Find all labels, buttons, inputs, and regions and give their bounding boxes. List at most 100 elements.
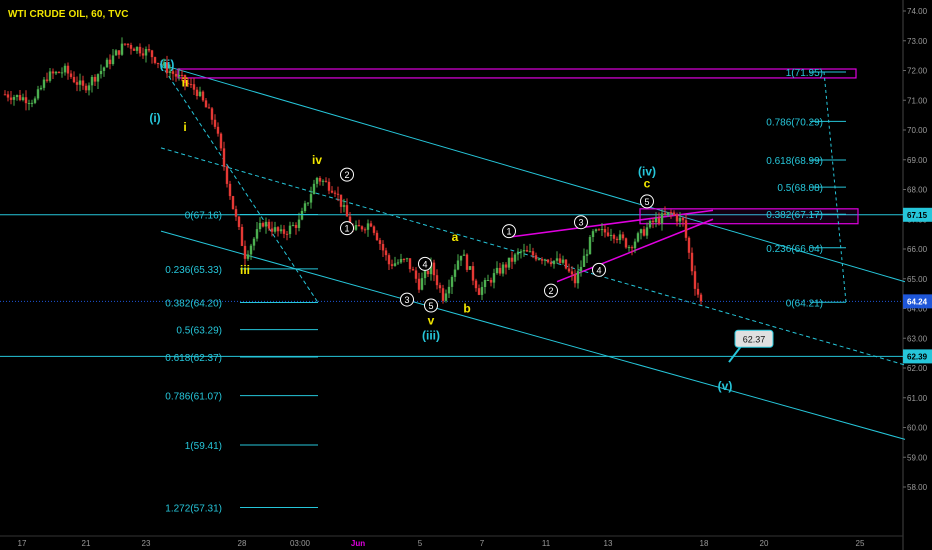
- candle-body: [237, 216, 241, 227]
- candle-body: [249, 245, 253, 255]
- candle-body: [396, 262, 400, 264]
- fib-left-level-label: 1(59.41): [185, 441, 222, 452]
- candle-body: [171, 71, 175, 74]
- candle-body: [432, 262, 436, 276]
- x-axis-tick-label: 28: [238, 539, 247, 548]
- candle-body: [390, 264, 394, 266]
- x-axis-tick-label: 13: [604, 539, 613, 548]
- fib-right-level-label: 0.382(67.17): [766, 210, 823, 221]
- fib-right-level-label: 1(71.95): [786, 68, 823, 79]
- candle-body: [336, 193, 340, 195]
- candle-body: [129, 44, 133, 49]
- candle-body: [627, 247, 631, 249]
- candle-body: [24, 97, 28, 104]
- candle-body: [93, 76, 97, 82]
- price-chart-svg[interactable]: 0(67.16) 0.236(65.33) 0.382(64.20) 0.5(63.2…: [0, 0, 932, 550]
- candle-body: [513, 254, 517, 262]
- candle-body: [135, 46, 139, 51]
- candle-body: [315, 177, 319, 184]
- price-tag-label: 62.39: [907, 352, 928, 361]
- candle-body: [399, 258, 403, 263]
- candle-body: [633, 241, 637, 249]
- elliott-wave-label: i: [183, 120, 186, 134]
- fib-left-level-label: 0.786(61.07): [165, 392, 222, 403]
- candle-body: [501, 264, 505, 274]
- fib-right-level-label: 0(64.21): [786, 298, 823, 309]
- candle-body: [615, 238, 619, 241]
- wave-count-label: 1: [344, 224, 349, 234]
- fib-left-level-label: 0.5(63.29): [176, 326, 222, 337]
- candle-body: [54, 71, 58, 74]
- candle-body: [288, 225, 292, 235]
- candle-body: [444, 293, 448, 301]
- wave-count-label: 5: [428, 301, 433, 311]
- candle-body: [33, 98, 37, 103]
- candle-body: [618, 234, 622, 241]
- candle-body: [339, 194, 343, 207]
- candle-body: [414, 270, 418, 279]
- candle-body: [555, 258, 559, 261]
- candle-body: [141, 53, 145, 56]
- candle-body: [72, 76, 76, 83]
- candle-body: [681, 217, 685, 221]
- y-axis-tick-label: 61.00: [907, 394, 928, 403]
- candle-body: [174, 73, 178, 77]
- x-axis-tick-label: 21: [82, 539, 91, 548]
- candle-body: [525, 250, 529, 252]
- candle-body: [99, 70, 103, 75]
- candle-body: [657, 217, 661, 224]
- candle-body: [675, 214, 679, 222]
- candle-body: [27, 103, 31, 105]
- candle-body: [468, 266, 472, 270]
- candle-body: [438, 285, 442, 289]
- candle-body: [15, 95, 19, 98]
- candle-body: [666, 212, 670, 215]
- y-axis-tick-label: 73.00: [907, 37, 928, 46]
- candle-body: [645, 227, 649, 236]
- candle-body: [204, 100, 208, 108]
- candle-body: [360, 226, 364, 230]
- candle-body: [282, 229, 286, 234]
- x-axis-tick-label: 7: [480, 539, 485, 548]
- elliott-wave-label: a: [452, 230, 459, 244]
- candle-body: [672, 212, 676, 215]
- candle-body: [603, 229, 607, 233]
- candle-body: [366, 223, 370, 230]
- y-axis-tick-label: 59.00: [907, 453, 928, 462]
- candle-body: [459, 255, 463, 261]
- candle-body: [504, 264, 508, 268]
- wave-count-label: 3: [404, 295, 409, 305]
- candle-body: [324, 180, 328, 182]
- candle-body: [474, 280, 478, 289]
- wave-count-label: 2: [344, 170, 349, 180]
- candle-body: [558, 258, 562, 263]
- candle-body: [621, 234, 625, 239]
- candle-body: [111, 55, 115, 65]
- fib-right-level-label: 0.786(70.29): [766, 117, 823, 128]
- candle-body: [327, 181, 331, 191]
- candle-body: [510, 257, 514, 262]
- candle-body: [471, 266, 475, 281]
- chart-area[interactable]: 0(67.16) 0.236(65.33) 0.382(64.20) 0.5(63.2…: [0, 0, 932, 550]
- x-axis-tick-label: 18: [700, 539, 709, 548]
- elliott-wave-label: ii: [182, 75, 189, 89]
- candle-body: [78, 80, 82, 85]
- candle-body: [138, 46, 142, 54]
- candle-body: [363, 229, 367, 231]
- candle-body: [207, 107, 211, 109]
- candle-body: [600, 229, 604, 231]
- candle-body: [210, 108, 214, 120]
- x-axis-tick-label: 5: [418, 539, 423, 548]
- candle-body: [591, 231, 595, 238]
- candle-body: [447, 286, 451, 294]
- candle-body: [453, 269, 457, 277]
- candle-body: [546, 259, 550, 263]
- candle-body: [678, 217, 682, 222]
- candle-body: [579, 266, 583, 272]
- candle-body: [435, 275, 439, 286]
- candle-body: [63, 65, 67, 73]
- y-axis-tick-label: 70.00: [907, 126, 928, 135]
- candle-body: [330, 190, 334, 193]
- candle-body: [636, 233, 640, 242]
- elliott-wave-label: v: [428, 313, 435, 327]
